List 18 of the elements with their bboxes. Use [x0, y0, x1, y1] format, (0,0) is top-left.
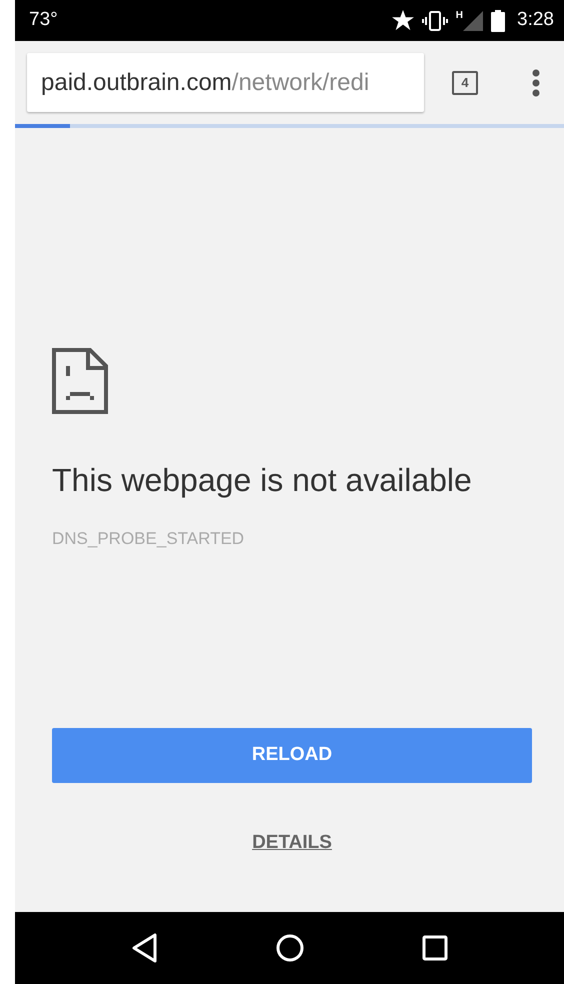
temperature-text: 73°: [29, 8, 58, 32]
error-title: This webpage is not available: [52, 461, 473, 500]
signal-icon: [463, 10, 484, 30]
details-link[interactable]: DETAILS: [252, 828, 332, 857]
tab-count-button[interactable]: 4: [452, 70, 478, 94]
address-field[interactable]: paid.outbrain.com/network/redi: [27, 53, 424, 112]
recents-icon[interactable]: [422, 935, 448, 961]
battery-icon: [491, 10, 506, 32]
back-icon[interactable]: [132, 933, 158, 963]
error-code: DNS_PROBE_STARTED: [52, 528, 246, 550]
menu-icon[interactable]: [532, 68, 540, 96]
network-type-text: H: [456, 10, 464, 20]
star-icon: [392, 10, 414, 31]
sad-page-icon: [52, 348, 108, 414]
reload-button[interactable]: RELOAD: [52, 728, 532, 782]
home-icon[interactable]: [276, 934, 304, 962]
clock-text: 3:28: [517, 8, 554, 32]
vibrate-icon: [422, 10, 448, 30]
